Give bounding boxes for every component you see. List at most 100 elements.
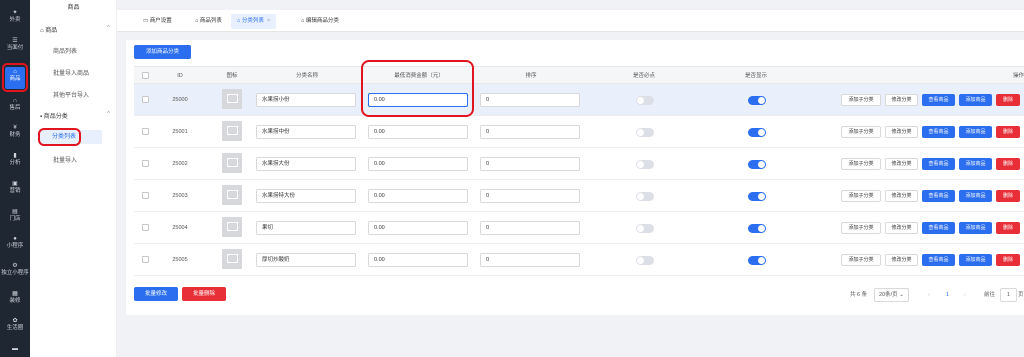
min-spend-input[interactable]: 0.00	[368, 221, 468, 235]
rail-marketing[interactable]: ▣ 营销	[0, 181, 30, 195]
visible-toggle[interactable]	[748, 96, 766, 105]
edit-category-button[interactable]: 修改分类	[885, 254, 918, 266]
row-checkbox[interactable]	[142, 192, 149, 199]
edit-category-button[interactable]: 修改分类	[885, 158, 918, 170]
add-goods-button[interactable]: 添加商品	[959, 222, 992, 234]
tab-category-list[interactable]: ⌂ 分类列表 ×	[231, 14, 277, 29]
visible-toggle[interactable]	[748, 192, 766, 201]
category-image-placeholder[interactable]	[222, 89, 242, 109]
add-subcategory-button[interactable]: 添加子分类	[841, 126, 881, 138]
row-checkbox[interactable]	[142, 160, 149, 167]
add-goods-button[interactable]: 添加商品	[959, 254, 992, 266]
close-icon[interactable]: ×	[267, 18, 270, 24]
min-spend-input[interactable]: 0.00	[368, 253, 468, 267]
min-spend-input[interactable]: 0.00	[368, 125, 468, 139]
tab-merchant-settings[interactable]: ▭ 商户设置	[137, 14, 178, 29]
sort-input[interactable]: 0	[480, 221, 580, 235]
rail-lifecircle[interactable]: ✿ 生活圈	[0, 318, 30, 332]
batch-edit-button[interactable]: 批量修改	[134, 287, 178, 301]
view-goods-button[interactable]: 查看商品	[922, 190, 955, 202]
subnav-group-category[interactable]: ▪ 商品分类 ^	[40, 111, 110, 120]
add-subcategory-button[interactable]: 添加子分类	[841, 94, 881, 106]
delete-button[interactable]: 删除	[996, 190, 1020, 202]
required-toggle[interactable]	[636, 224, 654, 233]
tab-edit-category[interactable]: ⌂ 编辑商品分类	[295, 14, 345, 29]
add-subcategory-button[interactable]: 添加子分类	[841, 158, 881, 170]
category-name-input[interactable]: 水果捞大份	[256, 157, 356, 171]
add-goods-button[interactable]: 添加商品	[959, 126, 992, 138]
edit-category-button[interactable]: 修改分类	[885, 126, 918, 138]
batch-delete-button[interactable]: 批量删除	[182, 287, 226, 301]
row-checkbox[interactable]	[142, 128, 149, 135]
page-number[interactable]: 1	[946, 288, 949, 302]
sort-input[interactable]: 0	[480, 189, 580, 203]
row-checkbox[interactable]	[142, 224, 149, 231]
sort-input[interactable]: 0	[480, 125, 580, 139]
category-image-placeholder[interactable]	[222, 185, 242, 205]
category-name-input[interactable]: 水果捞中份	[256, 125, 356, 139]
required-toggle[interactable]	[636, 96, 654, 105]
view-goods-button[interactable]: 查看商品	[922, 222, 955, 234]
delete-button[interactable]: 删除	[996, 94, 1020, 106]
add-goods-button[interactable]: 添加商品	[959, 158, 992, 170]
add-subcategory-button[interactable]: 添加子分类	[841, 190, 881, 202]
rail-more[interactable]: ▬	[0, 346, 30, 353]
select-all-checkbox[interactable]	[142, 72, 149, 79]
add-category-button[interactable]: 添加商品分类	[134, 45, 191, 59]
delete-button[interactable]: 删除	[996, 254, 1020, 266]
next-page-icon[interactable]: ›	[964, 288, 966, 302]
sort-input[interactable]: 0	[480, 157, 580, 171]
subnav-item-other-platform-import[interactable]: 其他平台导入	[53, 90, 89, 99]
view-goods-button[interactable]: 查看商品	[922, 126, 955, 138]
delete-button[interactable]: 删除	[996, 126, 1020, 138]
row-checkbox[interactable]	[142, 96, 149, 103]
row-checkbox[interactable]	[142, 256, 149, 263]
add-goods-button[interactable]: 添加商品	[959, 94, 992, 106]
rail-facepay[interactable]: ☰ 当面付	[0, 38, 30, 52]
required-toggle[interactable]	[636, 192, 654, 201]
subnav-item-batch-import[interactable]: 批量导入	[53, 155, 77, 164]
min-spend-input[interactable]: 0.00	[368, 189, 468, 203]
rail-finance[interactable]: ¥ 财务	[0, 125, 30, 139]
min-spend-input[interactable]: 0.00	[368, 157, 468, 171]
subnav-item-goods-list[interactable]: 商品列表	[53, 46, 77, 55]
view-goods-button[interactable]: 查看商品	[922, 254, 955, 266]
subnav-item-batch-import-goods[interactable]: 批量导入商品	[53, 68, 89, 77]
subnav-group-goods[interactable]: ⌂ 商品 ^	[40, 25, 110, 34]
category-image-placeholder[interactable]	[222, 217, 242, 237]
required-toggle[interactable]	[636, 128, 654, 137]
rail-miniprogram[interactable]: ● 小程序	[0, 236, 30, 250]
delete-button[interactable]: 删除	[996, 158, 1020, 170]
rail-store[interactable]: ▤ 门店	[0, 209, 30, 223]
required-toggle[interactable]	[636, 160, 654, 169]
add-subcategory-button[interactable]: 添加子分类	[841, 254, 881, 266]
sort-input[interactable]: 0	[480, 93, 580, 107]
category-image-placeholder[interactable]	[222, 121, 242, 141]
sort-input[interactable]: 0	[480, 253, 580, 267]
rail-aftersale[interactable]: ∩ 售后	[0, 98, 30, 112]
view-goods-button[interactable]: 查看商品	[922, 94, 955, 106]
visible-toggle[interactable]	[748, 224, 766, 233]
category-name-input[interactable]: 厚切炒酸奶	[256, 253, 356, 267]
category-name-input[interactable]: 果切	[256, 221, 356, 235]
add-subcategory-button[interactable]: 添加子分类	[841, 222, 881, 234]
category-name-input[interactable]: 水果捞特大份	[256, 189, 356, 203]
goto-page-input[interactable]: 1	[1000, 288, 1017, 302]
rail-decorate[interactable]: ▦ 装修	[0, 291, 30, 305]
required-toggle[interactable]	[636, 256, 654, 265]
add-goods-button[interactable]: 添加商品	[959, 190, 992, 202]
tab-goods-list[interactable]: ⌂ 商品列表	[189, 14, 228, 29]
rail-takeout[interactable]: ✦ 外卖	[0, 10, 30, 24]
visible-toggle[interactable]	[748, 256, 766, 265]
category-image-placeholder[interactable]	[222, 153, 242, 173]
visible-toggle[interactable]	[748, 128, 766, 137]
prev-page-icon[interactable]: ‹	[928, 288, 930, 302]
edit-category-button[interactable]: 修改分类	[885, 94, 918, 106]
edit-category-button[interactable]: 修改分类	[885, 222, 918, 234]
rail-analysis[interactable]: ▮ 分析	[0, 153, 30, 167]
page-size-select[interactable]: 20条/页 ⌄	[874, 288, 909, 302]
view-goods-button[interactable]: 查看商品	[922, 158, 955, 170]
visible-toggle[interactable]	[748, 160, 766, 169]
category-name-input[interactable]: 水果捞小份	[256, 93, 356, 107]
category-image-placeholder[interactable]	[222, 249, 242, 269]
